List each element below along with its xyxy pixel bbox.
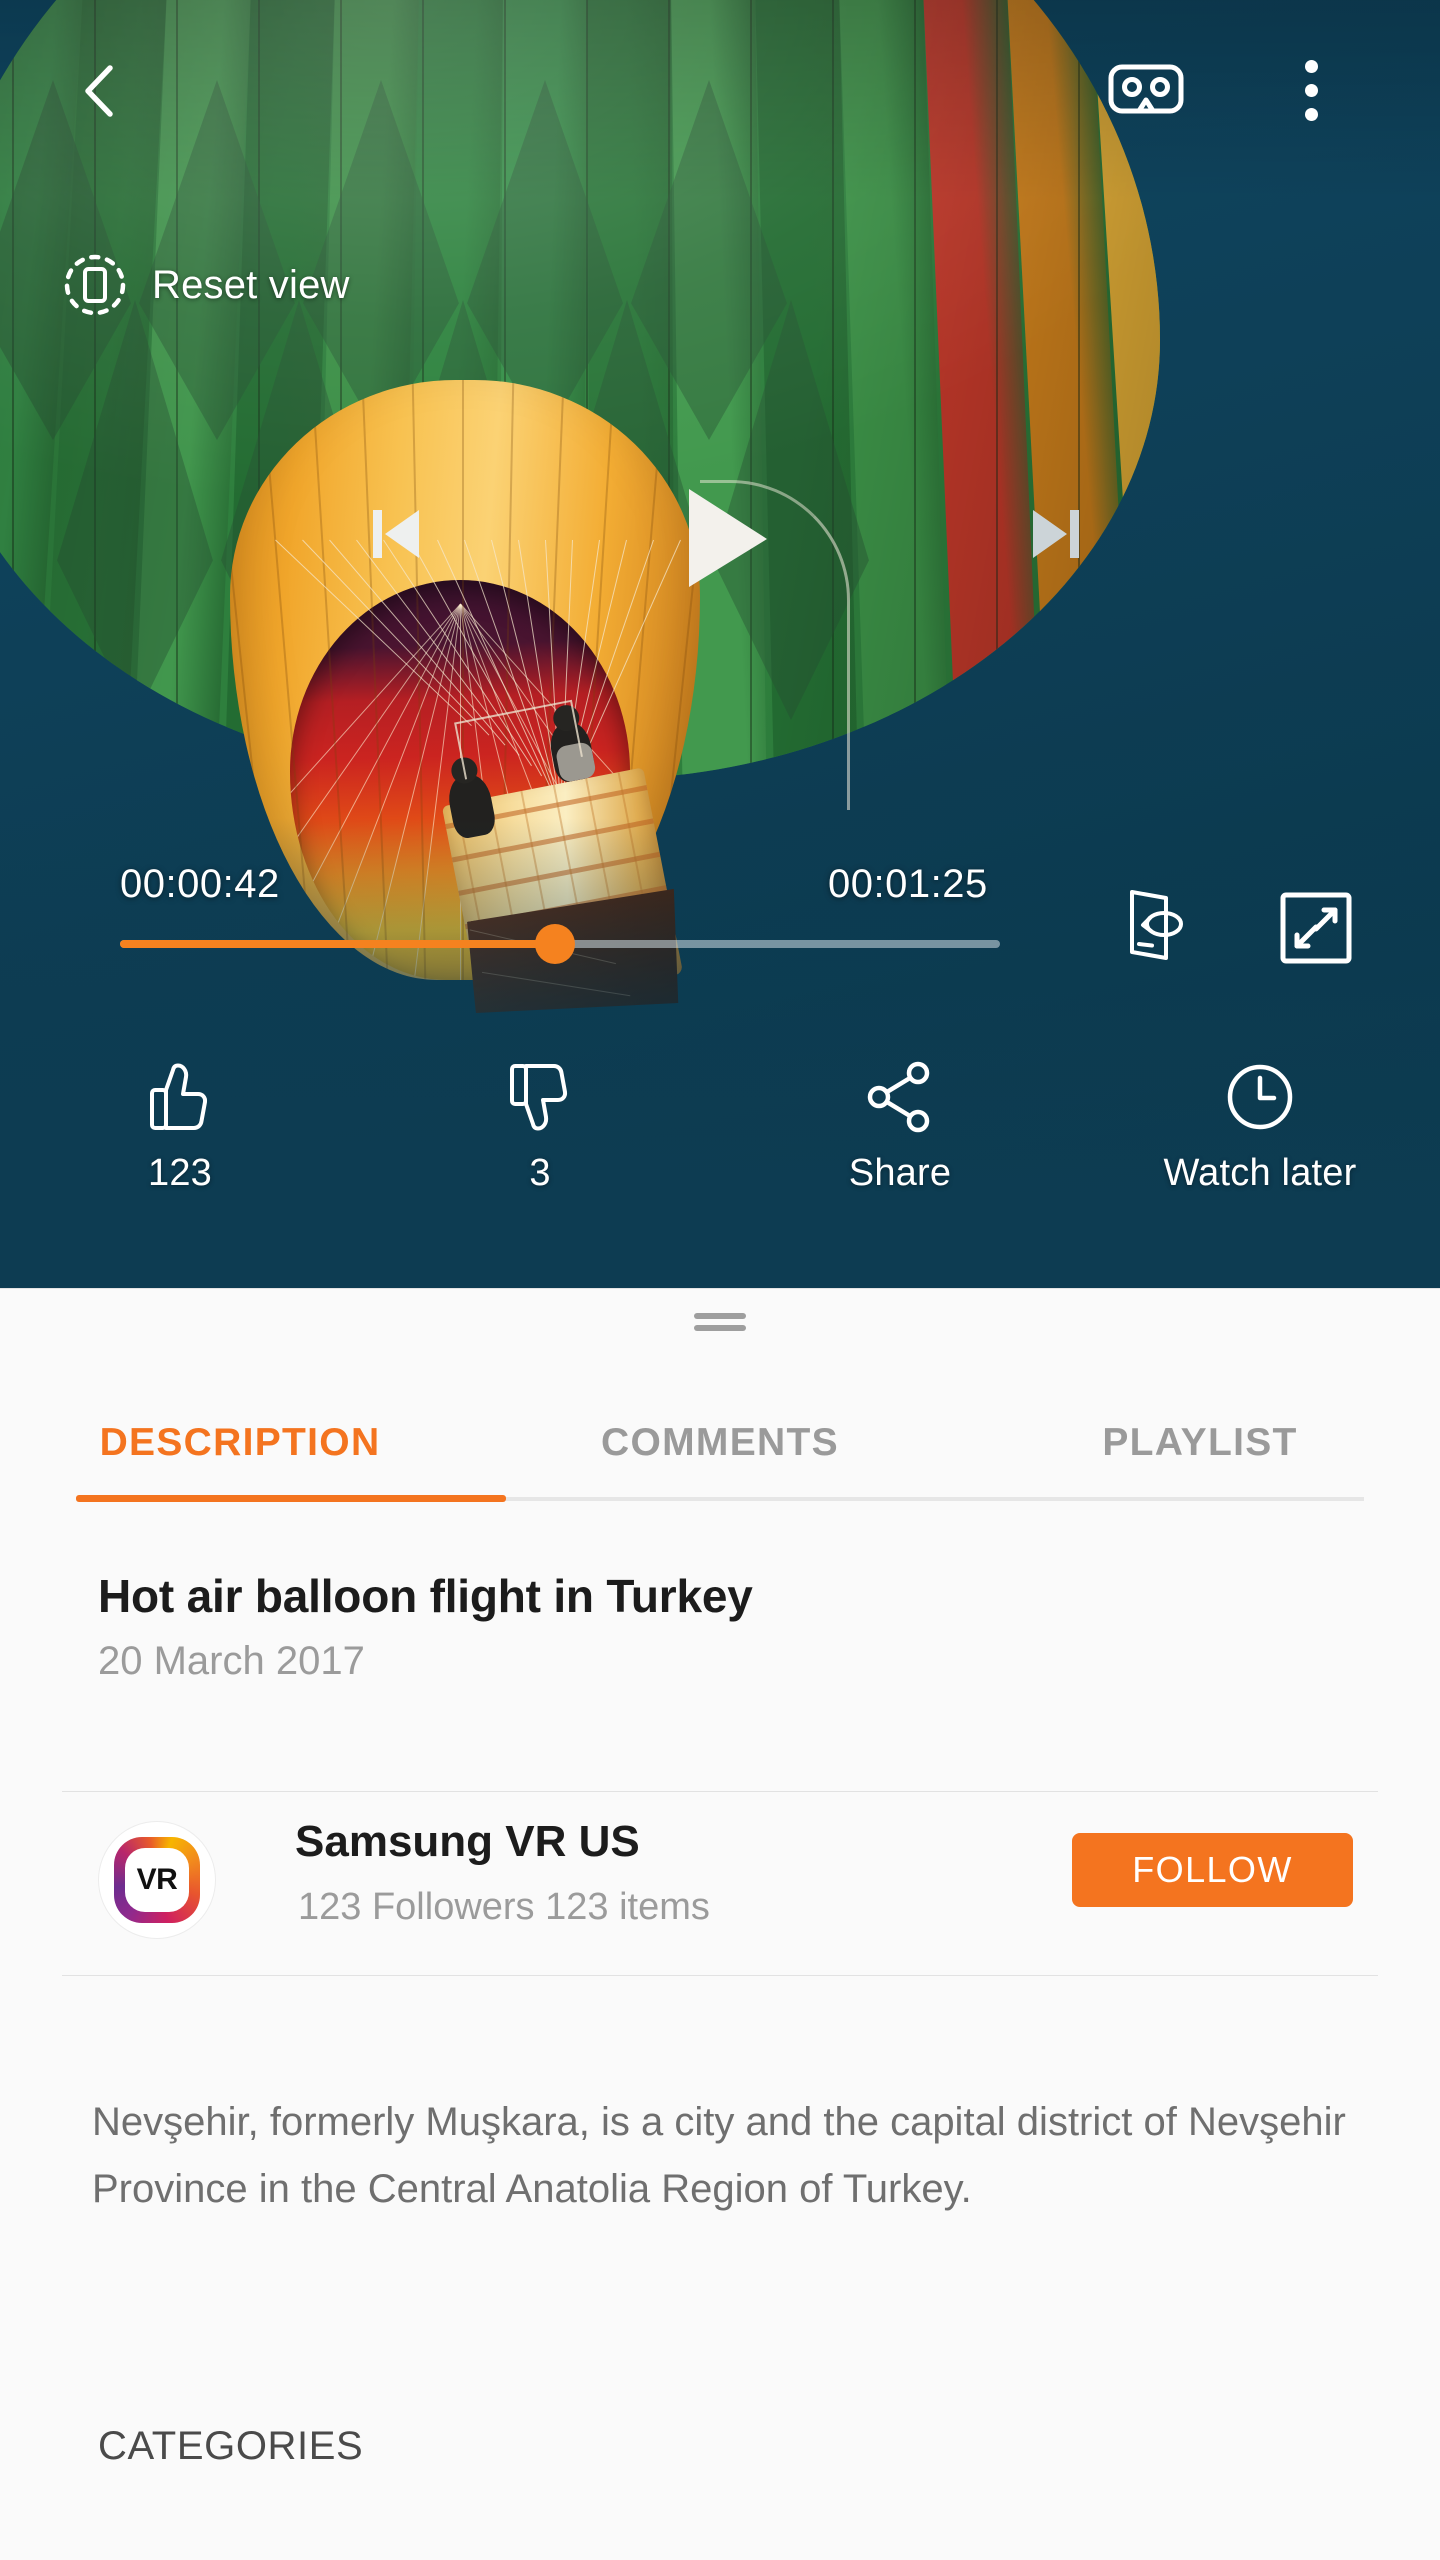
seek-bar[interactable]: [120, 924, 1000, 964]
divider: [62, 1975, 1378, 1976]
overflow-dot: [1305, 108, 1318, 121]
avatar-label: VR: [125, 1848, 189, 1912]
channel-row[interactable]: VR Samsung VR US 123 Followers 123 items…: [0, 1811, 1440, 1981]
drag-bar: [694, 1325, 746, 1331]
like-button[interactable]: 123: [0, 1040, 360, 1250]
sheet-drag-handle[interactable]: [694, 1313, 746, 1337]
seek-bar-area: 00:00:42 00:01:25: [0, 840, 1440, 1000]
dislike-button[interactable]: 3: [360, 1040, 720, 1250]
video-description: Nevşehir, formerly Muşkara, is a city an…: [92, 2100, 1346, 2212]
channel-avatar[interactable]: VR: [98, 1821, 216, 1939]
share-icon: [863, 1058, 937, 1136]
tab-playlist[interactable]: PLAYLIST: [960, 1385, 1440, 1501]
current-time-label: 00:00:42: [120, 862, 280, 906]
video-player-screen: Reset view 00:00:42 00:01:25 123 3 Share…: [0, 0, 1440, 2560]
channel-stats: 123 Followers 123 items: [298, 1886, 710, 1928]
vr-mode-button[interactable]: [1108, 62, 1184, 116]
thumbs-down-icon: [505, 1058, 575, 1136]
back-button[interactable]: [68, 58, 134, 124]
player-top-bar: [0, 0, 1440, 170]
video-meta: Hot air balloon flight in Turkey 20 Marc…: [98, 1569, 1370, 1684]
fullscreen-button[interactable]: [1278, 890, 1354, 966]
vr-goggles-icon: [1108, 64, 1184, 114]
categories-heading: CATEGORIES: [98, 2424, 364, 2468]
follow-button[interactable]: FOLLOW: [1072, 1833, 1353, 1907]
total-time-label: 00:01:25: [828, 862, 988, 906]
watch-later-label: Watch later: [1163, 1152, 1357, 1194]
reset-orientation-icon: [62, 252, 128, 318]
video-actions-row: 123 3 Share Watch later: [0, 1040, 1440, 1250]
playback-controls: [0, 448, 1440, 628]
watch-later-button[interactable]: Watch later: [1080, 1040, 1440, 1250]
more-options-button[interactable]: [1288, 54, 1336, 126]
rotate-screen-icon: [1130, 890, 1183, 960]
video-date: 20 March 2017: [98, 1639, 365, 1683]
video-title: Hot air balloon flight in Turkey: [98, 1570, 753, 1622]
rotate-screen-button[interactable]: [1120, 884, 1192, 966]
tab-description[interactable]: DESCRIPTION: [0, 1385, 480, 1501]
previous-button[interactable]: [340, 478, 452, 590]
reset-view-button[interactable]: Reset view: [62, 252, 350, 318]
skip-next-icon: [1033, 510, 1079, 558]
overflow-dot: [1305, 60, 1318, 73]
thumbs-up-icon: [145, 1058, 215, 1136]
share-label: Share: [848, 1152, 952, 1194]
seek-bar-thumb[interactable]: [534, 924, 575, 964]
fullscreen-expand-icon: [1280, 892, 1352, 964]
reset-view-label: Reset view: [152, 262, 350, 307]
channel-name: Samsung VR US: [295, 1817, 640, 1866]
video-player[interactable]: Reset view 00:00:42 00:01:25 123 3 Share…: [0, 0, 1440, 1288]
tab-comments[interactable]: COMMENTS: [480, 1385, 960, 1501]
share-button[interactable]: Share: [720, 1040, 1080, 1250]
avatar-gradient-ring: VR: [114, 1837, 200, 1923]
tab-active-underline: [76, 1495, 506, 1502]
dislike-count: 3: [529, 1152, 551, 1194]
drag-bar: [694, 1313, 746, 1319]
divider: [62, 1791, 1378, 1792]
chevron-left-icon: [85, 65, 113, 117]
like-count: 123: [147, 1152, 212, 1194]
play-icon: [689, 489, 767, 587]
seek-bar-fill: [120, 940, 555, 948]
details-sheet: DESCRIPTION COMMENTS PLAYLIST Hot air ba…: [0, 1288, 1440, 2560]
overflow-dot: [1305, 84, 1318, 97]
next-button[interactable]: [1000, 478, 1112, 590]
detail-tabs: DESCRIPTION COMMENTS PLAYLIST: [0, 1385, 1440, 1501]
play-button[interactable]: [630, 448, 810, 628]
skip-previous-icon: [373, 510, 419, 558]
clock-icon: [1223, 1058, 1297, 1136]
